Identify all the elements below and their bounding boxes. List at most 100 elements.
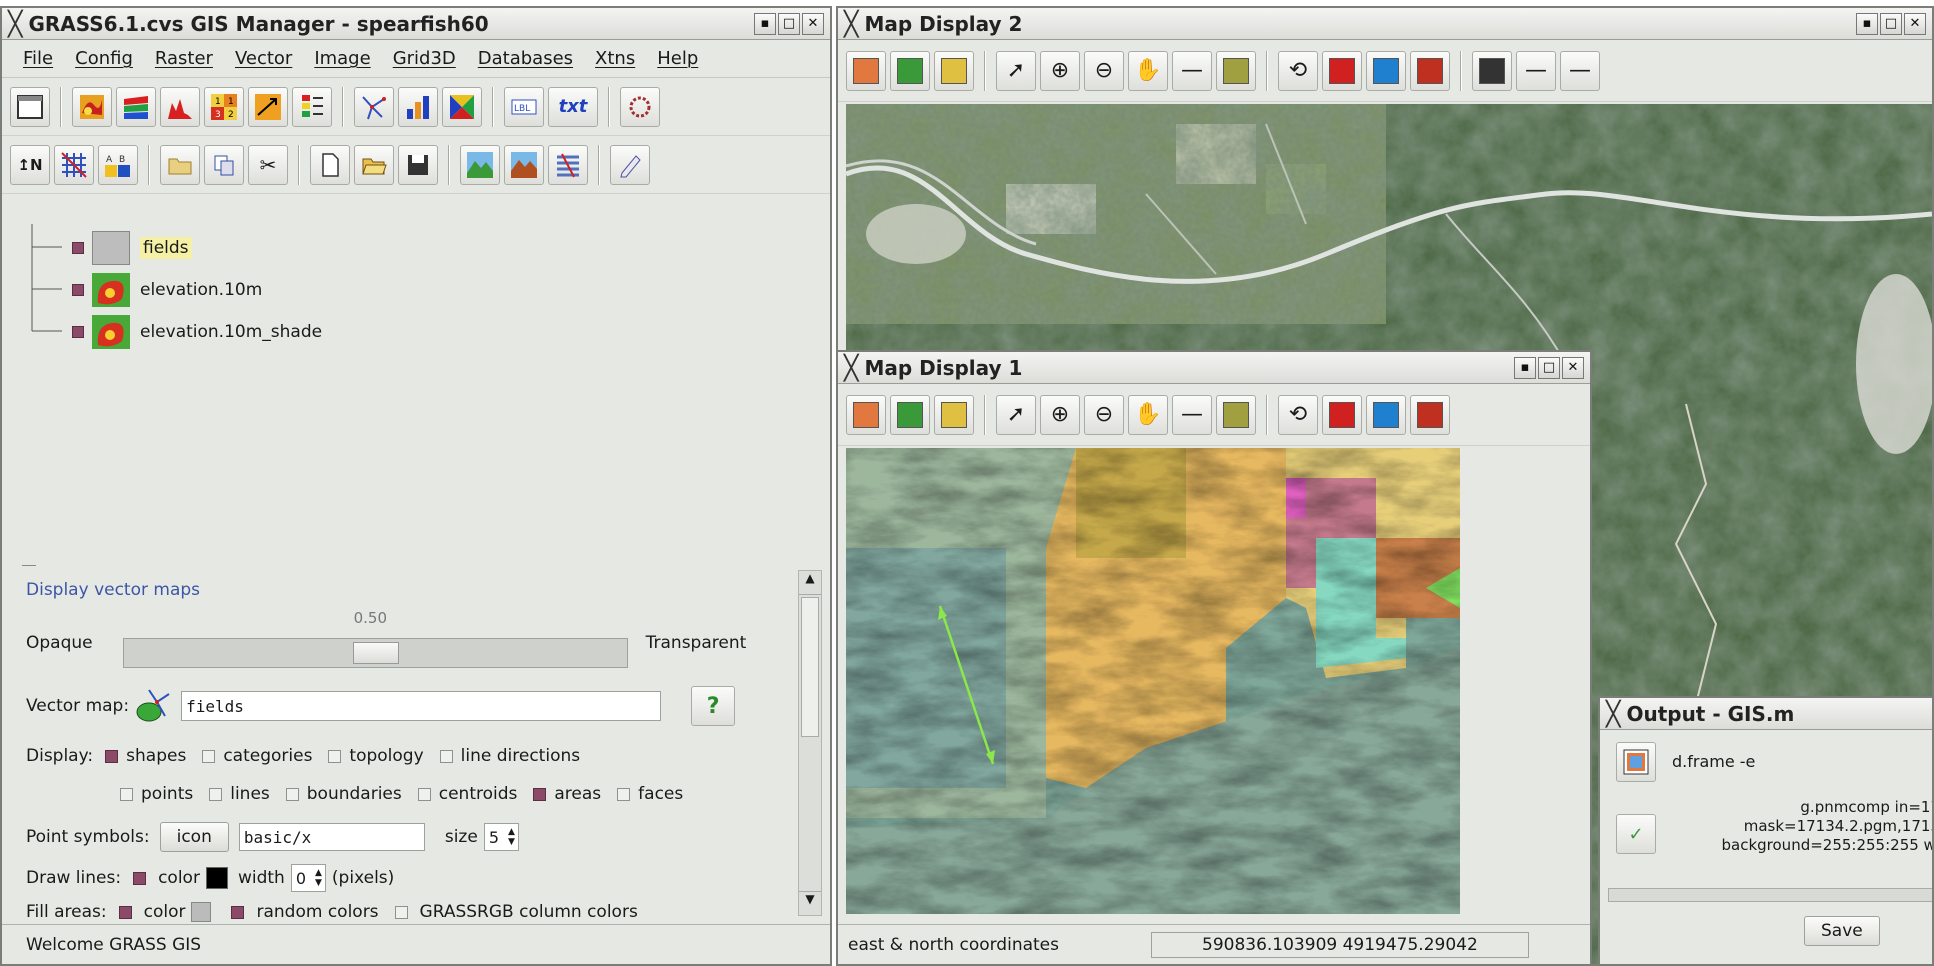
scroll-thumb[interactable] — [801, 597, 819, 737]
zoom-back-button[interactable]: ⟲ — [1278, 50, 1318, 91]
map-display-1-titlebar[interactable]: ╳ Map Display 1 ▪ □ ✕ — [838, 352, 1590, 384]
display-option-checkbox[interactable] — [285, 787, 299, 801]
save-file-button[interactable] — [398, 144, 438, 185]
display-option-checkbox[interactable] — [617, 787, 631, 801]
elevation-map-canvas[interactable] — [846, 448, 1460, 914]
menu-grid3d[interactable]: Grid3D — [393, 48, 456, 69]
zoom-in-button[interactable]: ⊕ — [1040, 394, 1080, 435]
zoom-back-button[interactable]: ⟲ — [1278, 394, 1318, 435]
pan-button[interactable]: ✋ — [1128, 394, 1168, 435]
label-button[interactable]: LBL — [504, 86, 544, 127]
chart-button[interactable] — [398, 86, 438, 127]
scroll-down-arrow-icon[interactable]: ▼ — [799, 891, 821, 915]
new-display-button[interactable] — [10, 86, 50, 127]
save-map-button[interactable] — [1472, 50, 1512, 91]
fly-through-button[interactable] — [504, 144, 544, 185]
output-scrollbar[interactable] — [1608, 888, 1932, 902]
width-spinner[interactable]: 0 ▲ ▼ — [290, 864, 326, 892]
overlay-button[interactable] — [620, 86, 660, 127]
maximize-button[interactable]: □ — [1880, 12, 1902, 35]
grassrgb-checkbox[interactable] — [394, 905, 408, 919]
close-button[interactable]: ✕ — [802, 12, 824, 35]
copy-button[interactable] — [204, 144, 244, 185]
start-display-button[interactable] — [846, 394, 886, 435]
scale-button[interactable]: — — [1516, 50, 1556, 91]
zoom-default-button[interactable] — [1410, 394, 1450, 435]
menu-file[interactable]: File — [23, 48, 53, 69]
north-arrow-button[interactable]: ↥N — [10, 144, 50, 185]
spinner-arrows-icon[interactable]: ▲ ▼ — [312, 868, 325, 888]
opacity-slider-handle[interactable] — [353, 642, 400, 664]
panel-scrollbar[interactable]: ▲ ▼ — [798, 570, 822, 916]
zoom-region-button[interactable] — [1322, 394, 1362, 435]
add-vector-button[interactable] — [354, 86, 394, 127]
menu-help[interactable]: Help — [657, 48, 698, 69]
output-command-button[interactable] — [1616, 742, 1656, 782]
histogram-button[interactable] — [160, 86, 200, 127]
display-option-checkbox[interactable] — [202, 749, 216, 763]
maximize-button[interactable]: □ — [1538, 356, 1560, 379]
maximize-button[interactable]: □ — [778, 12, 800, 35]
opacity-slider[interactable]: 0.50 — [122, 609, 628, 668]
pan-button[interactable]: ✋ — [1128, 50, 1168, 91]
digitize-button[interactable] — [610, 144, 650, 185]
zoom-current-button[interactable] — [1366, 50, 1406, 91]
display-option-checkbox[interactable] — [209, 787, 223, 801]
layer-visible-checkbox[interactable] — [72, 326, 84, 338]
measure-button[interactable] — [1216, 50, 1256, 91]
pointer-button[interactable]: ➚ — [996, 394, 1036, 435]
erase-display-button[interactable] — [890, 394, 930, 435]
zoom-default-button[interactable] — [1410, 50, 1450, 91]
menu-databases[interactable]: Databases — [478, 48, 573, 69]
layer-label[interactable]: elevation.10m_shade — [140, 322, 322, 342]
random-colors-checkbox[interactable] — [231, 905, 245, 919]
help-button[interactable]: ? — [691, 686, 736, 726]
menu-image[interactable]: Image — [314, 48, 370, 69]
arrow-grid-button[interactable] — [248, 86, 288, 127]
display-option-checkbox[interactable] — [328, 749, 342, 763]
erase-display-button[interactable] — [890, 50, 930, 91]
layer-label[interactable]: fields — [140, 237, 192, 259]
text-button[interactable]: txt — [548, 86, 598, 127]
menu-xtns[interactable]: Xtns — [595, 48, 635, 69]
scroll-up-arrow-icon[interactable]: ▲ — [799, 571, 821, 595]
start-display-button[interactable] — [846, 50, 886, 91]
menu-vector[interactable]: Vector — [235, 48, 292, 69]
print-button[interactable]: — — [1560, 50, 1600, 91]
close-button[interactable]: ✕ — [1904, 12, 1926, 35]
new-file-button[interactable] — [310, 144, 350, 185]
add-rgb-button[interactable] — [116, 86, 156, 127]
layer-row-fields[interactable]: fields — [64, 228, 192, 268]
layer-row-elevation-shade[interactable]: elevation.10m_shade — [64, 312, 322, 352]
add-raster-button[interactable] — [72, 86, 112, 127]
icon-button[interactable]: icon — [159, 822, 229, 852]
close-button[interactable]: ✕ — [1562, 356, 1584, 379]
display-option-checkbox[interactable] — [105, 749, 119, 763]
fill-areas-checkbox[interactable] — [118, 905, 132, 919]
zoom-out-button[interactable]: ⊖ — [1084, 50, 1124, 91]
labels-button[interactable]: AB — [98, 144, 138, 185]
output-titlebar[interactable]: ╳ Output - GIS.m — [1600, 698, 1932, 730]
redraw-button[interactable] — [934, 50, 974, 91]
measure-button[interactable] — [1216, 394, 1256, 435]
grid-button[interactable] — [54, 144, 94, 185]
layer-row-elevation[interactable]: elevation.10m — [64, 270, 262, 310]
thematic-legend-button[interactable] — [292, 86, 332, 127]
minimize-button[interactable]: ▪ — [1856, 12, 1878, 35]
pane-splitter[interactable] — [22, 556, 36, 566]
layer-label[interactable]: elevation.10m — [140, 280, 262, 300]
layer-visible-checkbox[interactable] — [72, 242, 84, 254]
output-run-button[interactable]: ✓ — [1616, 814, 1656, 854]
menu-config[interactable]: Config — [75, 48, 133, 69]
display-option-checkbox[interactable] — [120, 787, 133, 801]
symbol-input[interactable]: basic/x — [238, 823, 425, 851]
query-button[interactable]: — — [1172, 50, 1212, 91]
select-vector-icon[interactable] — [135, 686, 175, 726]
group-button[interactable] — [160, 144, 200, 185]
cut-button[interactable]: ✂ — [248, 144, 288, 185]
size-spinner[interactable]: 5 ▲ ▼ — [483, 823, 519, 851]
zoom-out-button[interactable]: ⊖ — [1084, 394, 1124, 435]
display-option-checkbox[interactable] — [439, 749, 453, 763]
menu-raster[interactable]: Raster — [155, 48, 213, 69]
open-file-button[interactable] — [354, 144, 394, 185]
